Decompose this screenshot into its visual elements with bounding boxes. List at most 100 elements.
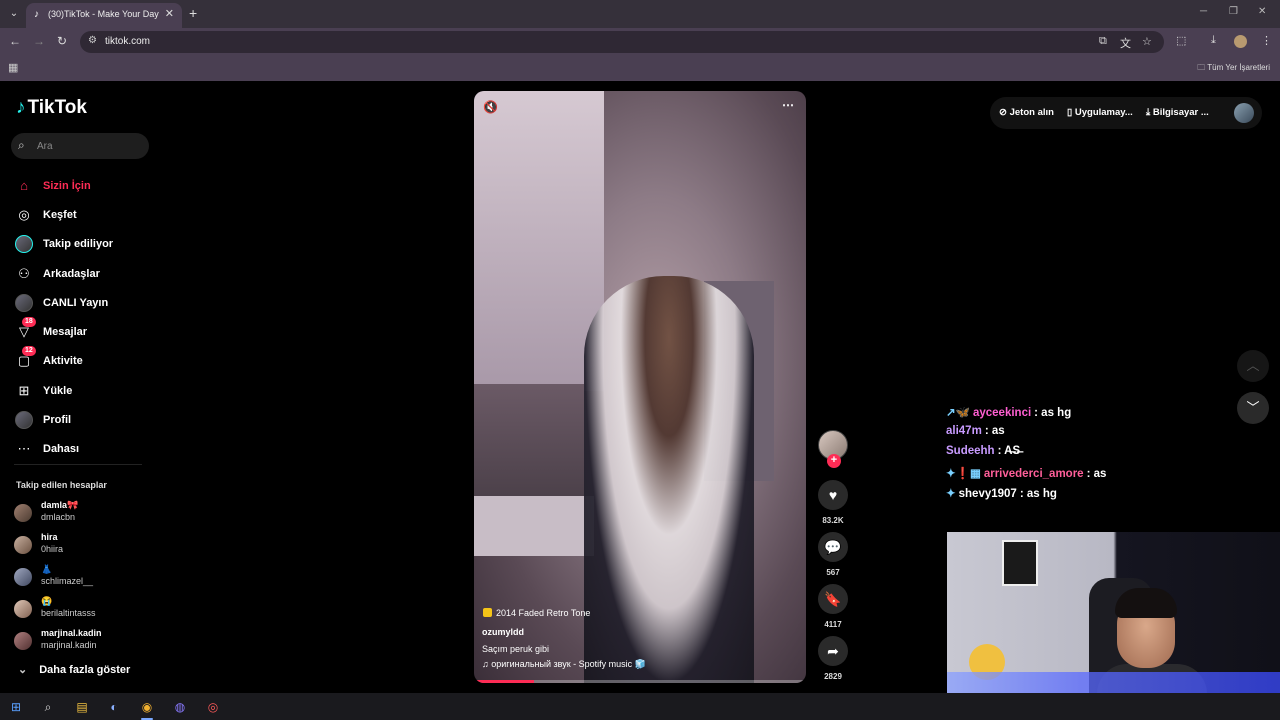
browser-tab[interactable]: ♪ (30)TikTok - Make Your Day ✕ [26,3,182,28]
video-frame-desk [474,496,594,556]
windows-start-icon[interactable]: ⊞ [6,697,26,717]
chat-badge-icons: ✦ [946,487,956,500]
get-coins-button[interactable]: ⊘ Jeton alın [999,107,1054,118]
bookmark-star-icon[interactable]: ☆ [1142,35,1152,48]
tab-close-icon[interactable]: ✕ [165,7,174,20]
nav-label: Aktivite [43,355,83,368]
download-icon: ⤓ [1146,107,1151,118]
following-account[interactable]: 👗 schlimazel__ [14,560,154,592]
chat-message: ✦ shevy1907: as hg [946,486,1246,506]
profile-avatar[interactable] [1234,35,1247,48]
stream-chat-overlay: ↗🦋 ayceekinci: as hg ali47m: as Sudeehh: A̶… [946,405,1246,506]
extensions-icon[interactable]: ⬚ [1176,34,1186,47]
chat-message: Sudeehh: A̶S̶ [946,445,1246,465]
video-caption: Saçım peruk gibi [482,644,550,654]
forward-icon[interactable]: → [33,34,45,48]
discord-icon[interactable]: ◍ [170,697,190,717]
address-bar[interactable]: ⚙ tiktok.com ⧉ 文 ☆ [80,31,1164,53]
download-icon[interactable]: ⤓ [1211,34,1216,47]
chat-username: ali47m [946,425,982,438]
video-frame-mirror [474,384,584,504]
chat-message: ✦❗▦ arrivederci_amore: as [946,466,1246,486]
install-app-icon[interactable]: ⧉ [1099,35,1107,48]
following-account[interactable]: marjinal.kadin marjinal.kadin [14,624,154,656]
more-options-icon[interactable]: ⋯ [782,98,794,112]
chat-username: ayceekinci [972,407,1032,419]
pc-app-button[interactable]: ⤓ Bilgisayar ... [1146,107,1209,118]
friends-icon: ⚇ [18,265,30,281]
video-player[interactable]: 🔇 ⋯ 2014 Faded Retro Tone ozumyldd Saçım… [474,91,806,683]
restore-icon[interactable]: ❐ [1229,6,1238,17]
nav-explore[interactable]: ◎ Keşfet [14,200,154,229]
close-window-icon[interactable]: ✕ [1258,6,1266,17]
nav-upload[interactable]: ⊞ Yükle [14,376,154,405]
chrome-icon[interactable]: ◉ [137,697,157,717]
previous-video-chevron-up-icon[interactable]: ︿ [1237,350,1269,382]
chat-text: : as [984,425,1005,438]
top-actions-bar: ⊘ Jeton alın ▯ Uygulamay... ⤓ Bilgisayar… [990,97,1262,129]
like-heart-icon[interactable]: ♥ [818,480,848,510]
nav-following[interactable]: Takip ediliyor [14,230,154,259]
chat-username: arrivederci_amore [983,467,1084,480]
video-music[interactable]: ♫ оригинальный звук - Spotify music 🧊 [482,659,646,670]
new-tab-button[interactable]: + [189,5,197,21]
back-icon[interactable]: ← [9,34,21,48]
account-handle: dmlacbn [41,512,76,522]
tiktok-logo[interactable]: ♪ TikTok [16,97,87,119]
activity-icon: ▢ 12 [14,346,36,371]
nav-live[interactable]: CANLI Yayın [14,288,154,317]
video-progress-bar[interactable] [474,680,806,683]
nav-messages[interactable]: ▽ 18 Mesajlar [14,317,154,346]
file-explorer-icon[interactable]: ▤ [72,697,92,717]
like-count: 83.2K [822,516,844,525]
following-account[interactable]: hira 0hiira [14,528,154,560]
get-app-button[interactable]: ▯ Uygulamay... [1067,107,1133,118]
nav-activity[interactable]: ▢ 12 Aktivite [14,346,154,376]
taskbar-search-icon[interactable]: ⌕ [38,697,58,717]
nav-label: Yükle [43,384,73,397]
search-icon: ⌕ [18,138,25,152]
tiktok-note-icon: ♪ [16,97,26,118]
video-frame-person [584,276,754,683]
nav-for-you[interactable]: ⌂ Sizin İçin [14,171,154,200]
profile-avatar-icon [14,410,34,430]
minimize-icon[interactable]: ─ [1200,6,1207,17]
bookmark-icon[interactable]: 🔖 [818,584,848,614]
comment-icon[interactable]: 💬 [818,532,848,562]
following-avatar-icon [14,234,34,254]
video-effect-tag[interactable]: 2014 Faded Retro Tone [483,608,590,618]
nav-profile[interactable]: Profil [14,405,154,434]
all-bookmarks-label: Tüm Yer İşaretleri [1207,63,1270,72]
share-arrow-icon[interactable]: ➦ [818,636,848,666]
comment-count: 567 [826,568,840,577]
all-bookmarks-folder[interactable]: 🗀 Tüm Yer İşaretleri [1197,62,1270,76]
following-account[interactable]: damla🎀 dmlacbn [14,496,154,528]
app-icon[interactable]: ◐ [104,697,124,717]
video-progress-fill [474,680,534,683]
following-account[interactable]: 😭 berilaltintasss [14,592,154,624]
account-handle: 0hiira [41,544,64,554]
chat-message: ↗🦋 ayceekinci: as hg [946,405,1246,425]
save-count: 4117 [824,620,842,629]
nav-friends[interactable]: ⚇ Arkadaşlar [14,259,154,288]
tab-search-menu-icon[interactable]: ⌄ [6,6,22,22]
site-info-icon[interactable]: ⚙ [88,35,97,46]
nav-more[interactable]: ⋯ Dahası [14,435,154,464]
browser-menu-icon[interactable]: ⋮ [1261,34,1272,47]
bookmarks-bar: ▦ 🗀 Tüm Yer İşaretleri [0,56,1280,81]
translate-icon[interactable]: 文 [1120,35,1131,51]
video-author[interactable]: ozumyldd [482,627,524,637]
search-placeholder: Ara [37,141,53,152]
avatar [14,568,32,586]
reload-icon[interactable]: ↻ [57,34,67,48]
user-avatar[interactable] [1234,103,1254,123]
obs-icon[interactable]: ◎ [203,697,223,717]
apps-grid-icon[interactable]: ▦ [8,61,18,74]
nav-label: Mesajlar [43,326,88,339]
avatar [14,504,32,522]
show-more-button[interactable]: ⌄ Daha fazla göster [18,663,130,676]
follow-plus-icon[interactable]: + [827,454,841,468]
muted-speaker-icon[interactable]: 🔇 [483,100,498,114]
logo-text: TikTok [27,97,87,118]
search-input[interactable]: ⌕ Ara [11,133,149,159]
